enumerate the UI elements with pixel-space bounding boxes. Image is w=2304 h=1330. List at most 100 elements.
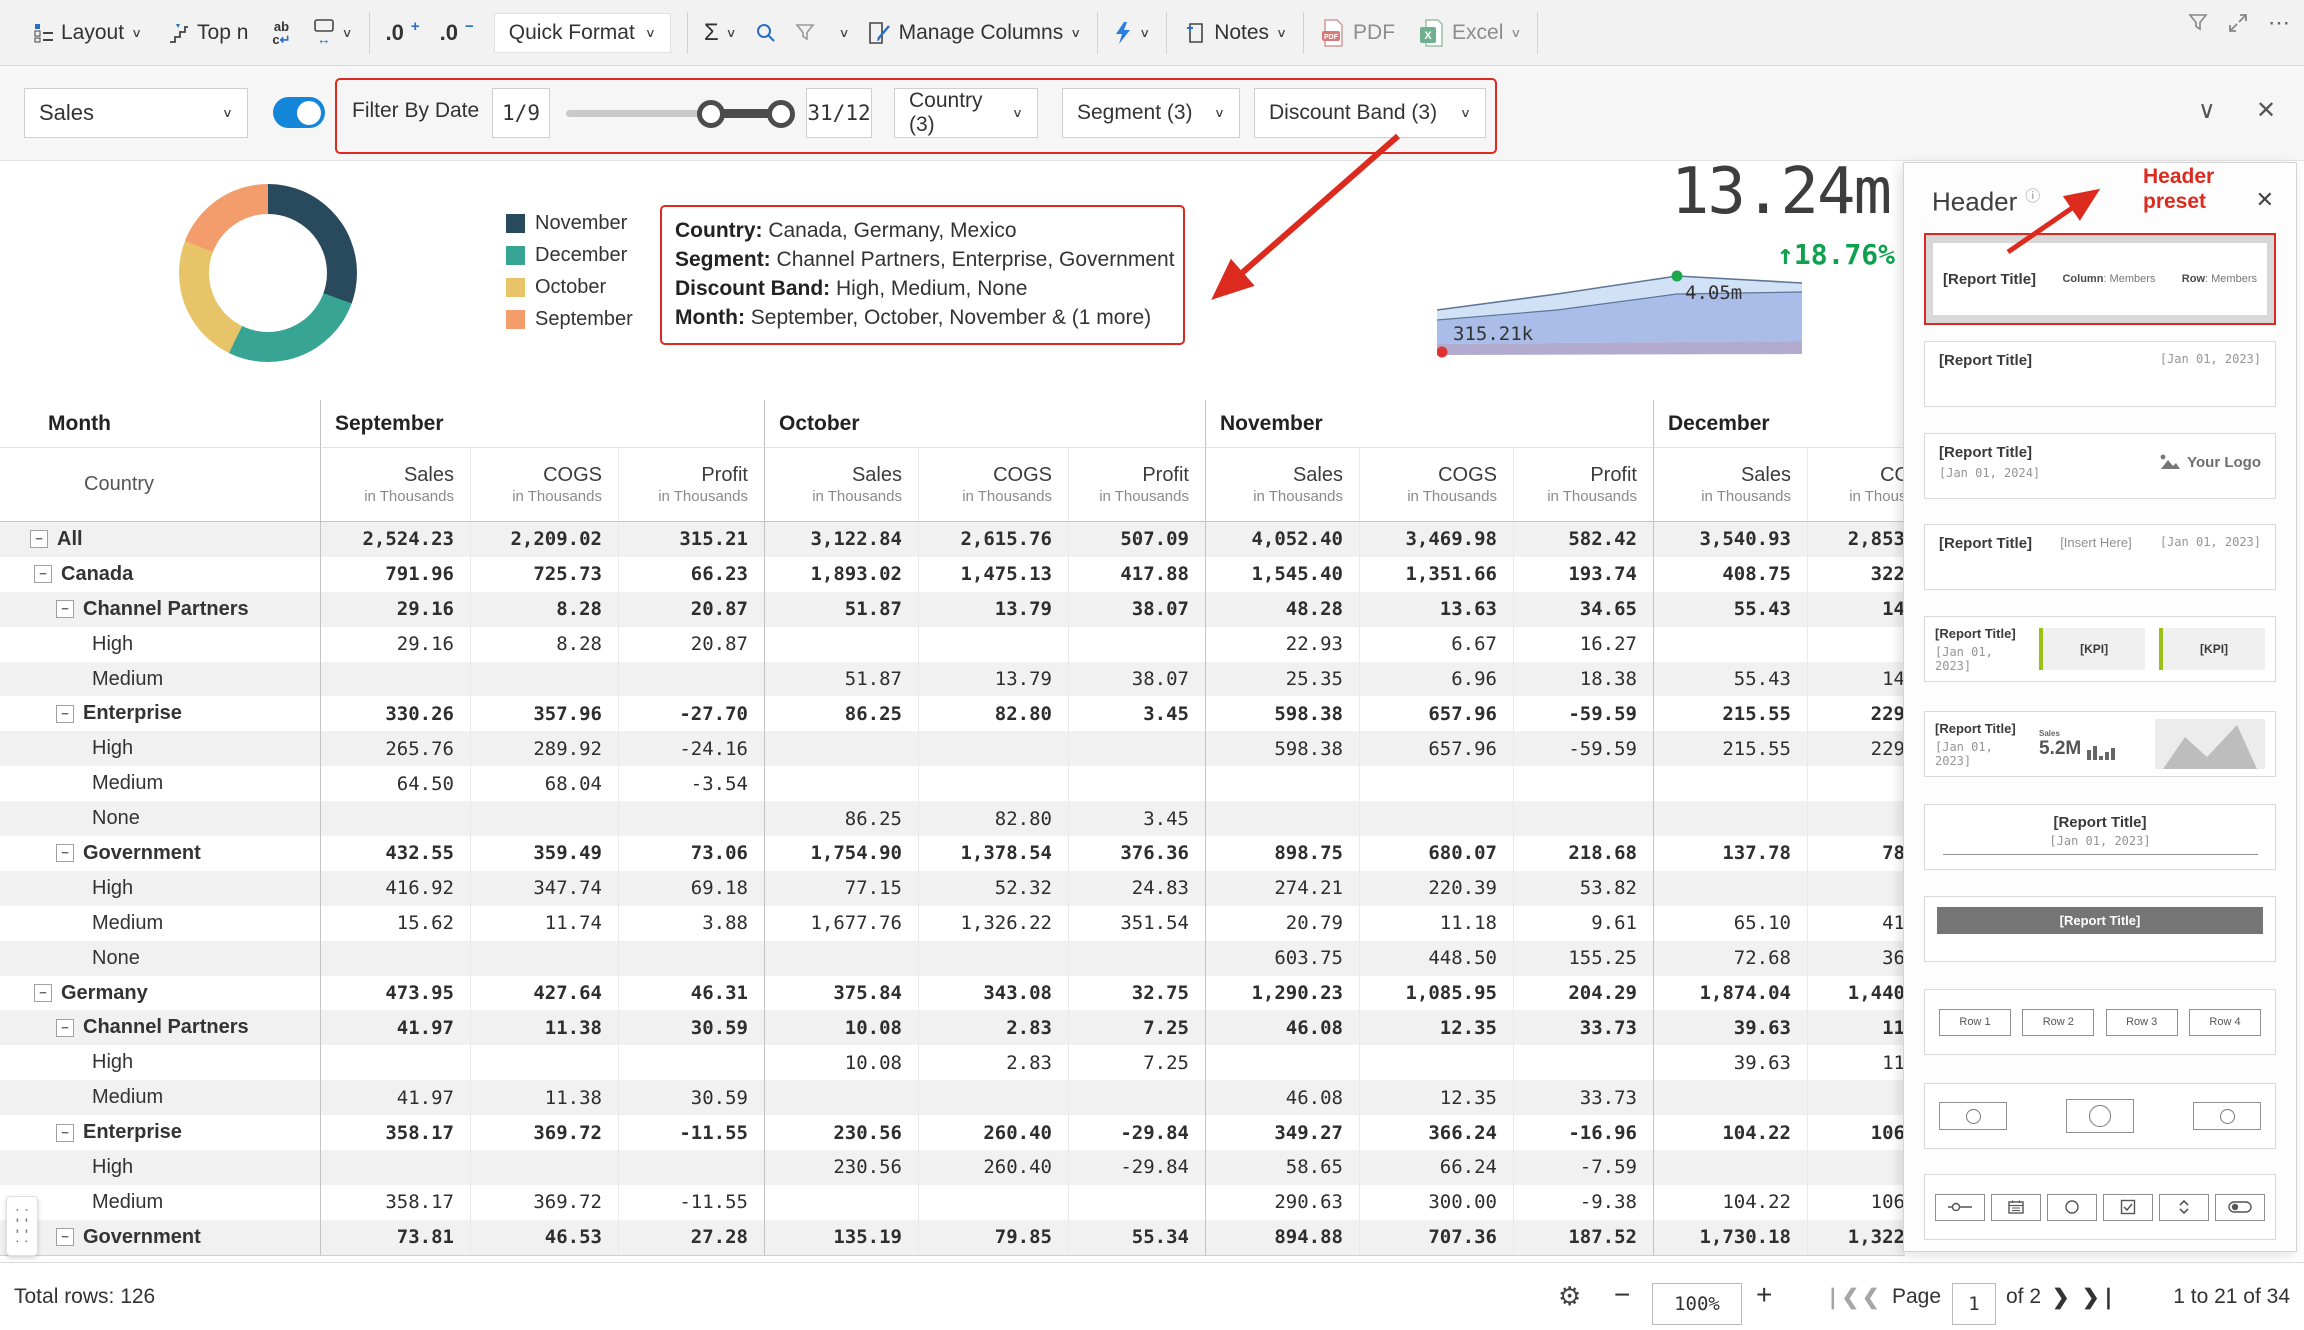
row-label-cell[interactable]: High: [0, 871, 320, 906]
row-label-cell[interactable]: None: [0, 941, 320, 976]
collapse-filterbar-icon[interactable]: ∨: [2198, 96, 2216, 125]
country-filter-dropdown[interactable]: Country (3)∨: [894, 88, 1038, 138]
info-icon[interactable]: ⓘ: [2025, 188, 2040, 205]
row-label-cell[interactable]: −Government: [0, 836, 320, 871]
header-preset-card-bar[interactable]: [Report Title]: [1924, 896, 2276, 962]
filter-dropdown[interactable]: ∨: [795, 23, 850, 43]
zoom-out-button[interactable]: −: [1614, 1279, 1630, 1311]
row-label-cell[interactable]: −Canada: [0, 557, 320, 592]
drag-handle[interactable]: ⸬⸬⸬: [6, 1196, 38, 1256]
page-number-input[interactable]: 1: [1952, 1283, 1996, 1325]
date-end-input[interactable]: 31/12: [806, 88, 872, 138]
close-filterbar-icon[interactable]: ✕: [2256, 96, 2276, 125]
top-n-button[interactable]: Top n: [168, 21, 248, 45]
layout-button[interactable]: Layout∨: [34, 21, 142, 45]
header-preset-card-logo[interactable]: [Report Title][Jan 01, 2024] Your Logo: [1924, 433, 2276, 499]
row-label-cell[interactable]: −All: [0, 522, 320, 557]
aggregation-dropdown[interactable]: Σ∨: [704, 19, 737, 47]
collapse-row-icon[interactable]: −: [34, 984, 52, 1002]
collapse-row-icon[interactable]: −: [56, 705, 74, 723]
wrap-text-button[interactable]: ab c↵: [272, 20, 290, 46]
slider-handle-start[interactable]: [697, 100, 725, 128]
expand-icon[interactable]: [2228, 13, 2248, 33]
row-label-cell[interactable]: High: [0, 731, 320, 766]
export-excel-dropdown[interactable]: X Excel∨: [1419, 19, 1521, 47]
row-label-cell[interactable]: Medium: [0, 1080, 320, 1115]
collapse-row-icon[interactable]: −: [56, 844, 74, 862]
row-label-cell[interactable]: High: [0, 1045, 320, 1080]
measure-column-header[interactable]: Profitin Thousands: [1068, 448, 1205, 522]
date-range-slider[interactable]: [566, 110, 786, 117]
header-preset-card-rows[interactable]: Row 1Row 2Row 3Row 4: [1924, 989, 2276, 1055]
filter-icon[interactable]: [2188, 13, 2208, 33]
row-label-cell[interactable]: High: [0, 627, 320, 662]
collapse-row-icon[interactable]: −: [56, 1019, 74, 1037]
quick-format-dropdown[interactable]: Quick Format∨: [494, 13, 671, 53]
last-page-button[interactable]: ❯❘: [2082, 1285, 2117, 1310]
header-preset-card-chart[interactable]: [Report Title][Jan 01, 2023] Sales 5.2M: [1924, 711, 2276, 777]
actions-dropdown[interactable]: ∨: [1114, 21, 1150, 45]
measure-column-header[interactable]: COGSin Thousands: [470, 448, 618, 522]
segment-filter-dropdown[interactable]: Segment (3)∨: [1062, 88, 1240, 138]
notes-dropdown[interactable]: Notes∨: [1183, 21, 1287, 45]
header-preset-card-centered[interactable]: [Report Title][Jan 01, 2023]: [1924, 804, 2276, 870]
filter-toggle[interactable]: [273, 97, 325, 128]
row-label-cell[interactable]: −Government: [0, 1220, 320, 1255]
slider-handle-end[interactable]: [767, 100, 795, 128]
months-donut-chart[interactable]: [179, 184, 357, 362]
header-preset-card-date_right[interactable]: [Report Title][Jan 01, 2023]: [1924, 341, 2276, 407]
measure-column-header[interactable]: COGSin Thousands: [918, 448, 1068, 522]
row-dimension-label[interactable]: Country: [0, 448, 320, 522]
next-page-button[interactable]: ❯: [2052, 1285, 2070, 1310]
header-preset-card-columns[interactable]: [Report Title] Column: Members Row: Memb…: [1924, 233, 2276, 325]
row-label-cell[interactable]: −Channel Partners: [0, 1010, 320, 1045]
zoom-in-button[interactable]: +: [1756, 1279, 1772, 1311]
discount-band-filter-dropdown[interactable]: Discount Band (3)∨: [1254, 88, 1486, 138]
row-label-cell[interactable]: Medium: [0, 766, 320, 801]
increase-decimals-button[interactable]: .0+: [386, 20, 420, 46]
measure-dropdown[interactable]: Sales ∨: [24, 88, 248, 138]
previous-page-button[interactable]: ❮: [1862, 1285, 1880, 1310]
zoom-level-input[interactable]: 100%: [1652, 1283, 1742, 1325]
more-options-icon[interactable]: ⋯: [2268, 10, 2292, 36]
month-group-header[interactable]: September: [320, 400, 764, 448]
date-start-input[interactable]: 1/9: [492, 88, 550, 138]
export-pdf-button[interactable]: PDF PDF: [1320, 19, 1395, 47]
manage-columns-button[interactable]: Manage Columns∨: [866, 21, 1082, 45]
decrease-decimals-button[interactable]: .0−: [440, 20, 474, 46]
row-label-cell[interactable]: None: [0, 801, 320, 836]
first-page-button[interactable]: ❘❮: [1824, 1285, 1859, 1310]
collapse-row-icon[interactable]: −: [56, 600, 74, 618]
column-width-button[interactable]: ↔ ∨: [313, 19, 353, 46]
measure-column-header[interactable]: COGSin Thousands: [1359, 448, 1513, 522]
measure-column-header[interactable]: Salesin Thousands: [320, 448, 470, 522]
legend-item[interactable]: October: [506, 276, 633, 299]
legend-item[interactable]: November: [506, 212, 633, 235]
header-preset-card-kpi[interactable]: [Report Title][Jan 01, 2023] [KPI] [KPI]: [1924, 616, 2276, 682]
row-label-cell[interactable]: Medium: [0, 1185, 320, 1220]
collapse-row-icon[interactable]: −: [34, 565, 52, 583]
row-label-cell[interactable]: −Germany: [0, 976, 320, 1011]
collapse-row-icon[interactable]: −: [56, 1124, 74, 1142]
legend-item[interactable]: December: [506, 244, 633, 267]
measure-column-header[interactable]: COGSin Thousands: [1807, 448, 1905, 522]
close-panel-icon[interactable]: ✕: [2256, 187, 2274, 213]
header-preset-card-circles[interactable]: [1924, 1083, 2276, 1149]
measure-column-header[interactable]: Salesin Thousands: [1653, 448, 1807, 522]
month-group-header[interactable]: October: [764, 400, 1205, 448]
collapse-row-icon[interactable]: −: [56, 1228, 74, 1246]
measure-column-header[interactable]: Profitin Thousands: [1513, 448, 1653, 522]
measure-column-header[interactable]: Salesin Thousands: [1205, 448, 1359, 522]
row-label-cell[interactable]: −Enterprise: [0, 1115, 320, 1150]
search-button[interactable]: [755, 22, 777, 44]
row-label-cell[interactable]: Medium: [0, 662, 320, 697]
header-preset-card-icons[interactable]: [1924, 1174, 2276, 1240]
row-label-cell[interactable]: High: [0, 1150, 320, 1185]
legend-item[interactable]: September: [506, 308, 633, 331]
row-label-cell[interactable]: −Channel Partners: [0, 592, 320, 627]
measure-column-header[interactable]: Profitin Thousands: [618, 448, 764, 522]
month-group-header[interactable]: November: [1205, 400, 1653, 448]
measure-column-header[interactable]: Salesin Thousands: [764, 448, 918, 522]
header-preset-card-insert[interactable]: [Report Title] [Insert Here][Jan 01, 202…: [1924, 524, 2276, 590]
row-label-cell[interactable]: −Enterprise: [0, 696, 320, 731]
